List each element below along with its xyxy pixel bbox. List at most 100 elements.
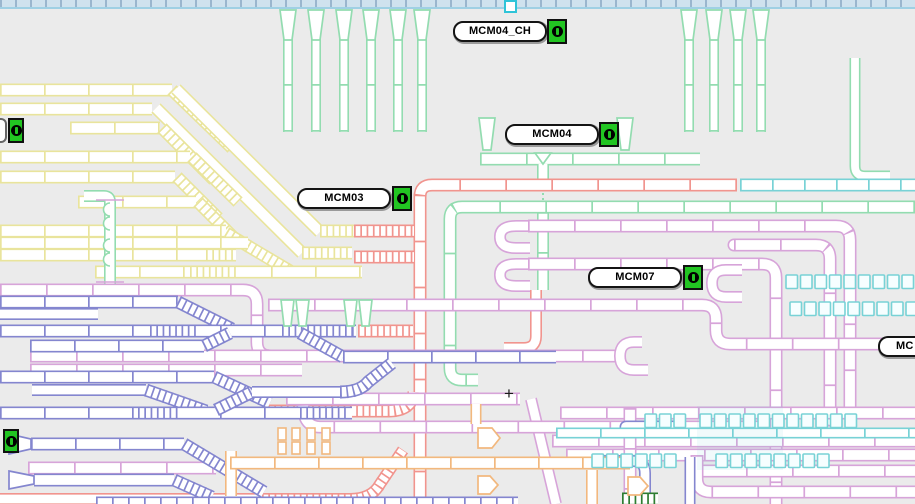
status-button-left-lower[interactable] bbox=[3, 429, 19, 453]
power-indicator-icon bbox=[11, 125, 22, 136]
station-label-mcm07[interactable]: MCM07 bbox=[588, 267, 682, 288]
status-button-left-upper[interactable] bbox=[8, 118, 24, 143]
tote-cell bbox=[636, 454, 648, 468]
tote-cell bbox=[278, 428, 286, 440]
tote-cell bbox=[292, 442, 300, 454]
tote-cell bbox=[805, 302, 817, 316]
tote-cell bbox=[830, 275, 842, 289]
tote-cell bbox=[802, 414, 814, 428]
tote-cell bbox=[760, 454, 772, 468]
tote-cell bbox=[873, 275, 885, 289]
chute-shape bbox=[479, 118, 495, 150]
selection-handle[interactable] bbox=[504, 0, 517, 13]
tote-cell bbox=[902, 275, 914, 289]
tote-cell bbox=[816, 414, 828, 428]
tote-cell bbox=[859, 275, 871, 289]
chute-shape bbox=[281, 300, 294, 326]
tote-cell bbox=[787, 414, 799, 428]
selected-track-band[interactable] bbox=[0, 0, 915, 9]
tote-cell bbox=[716, 454, 728, 468]
power-indicator-icon bbox=[397, 193, 408, 204]
power-indicator-icon bbox=[688, 272, 699, 283]
diverter-pocket bbox=[104, 217, 111, 230]
chute-shape bbox=[478, 476, 498, 494]
tote-cell bbox=[292, 428, 300, 440]
tote-cell bbox=[278, 442, 286, 454]
tote-cell bbox=[715, 414, 727, 428]
conveyor-segment bbox=[528, 226, 850, 412]
station-label-mcm03[interactable]: MCM03 bbox=[297, 188, 391, 209]
chute-shape bbox=[681, 10, 697, 40]
chute-shape bbox=[280, 10, 296, 40]
tote-cell bbox=[815, 275, 827, 289]
tote-cell bbox=[674, 414, 686, 428]
tote-cell bbox=[729, 414, 741, 428]
scada-mimic-window: MCM04_CH MCM04 MCM03 MCM07 MC + bbox=[0, 0, 915, 504]
tote-cell bbox=[592, 454, 604, 468]
chute-shape bbox=[414, 10, 430, 40]
diverter-pocket bbox=[104, 239, 111, 252]
chute-shape bbox=[296, 300, 309, 326]
tote-cell bbox=[848, 302, 860, 316]
tote-cell bbox=[607, 454, 619, 468]
tote-cell bbox=[863, 302, 875, 316]
status-button-mcm07[interactable] bbox=[683, 265, 703, 290]
tote-cell bbox=[307, 442, 315, 454]
power-indicator-icon bbox=[6, 436, 17, 447]
tote-cell bbox=[844, 275, 856, 289]
tote-cell bbox=[906, 302, 915, 316]
station-label-right-partial[interactable]: MC bbox=[878, 336, 915, 357]
tote-cell bbox=[888, 275, 900, 289]
crosshair-cursor: + bbox=[504, 385, 514, 402]
tote-cell bbox=[818, 454, 830, 468]
chute-shape bbox=[363, 10, 379, 40]
diverter-pocket bbox=[104, 203, 111, 216]
tote-cell bbox=[892, 302, 904, 316]
tote-cell bbox=[790, 302, 802, 316]
tote-cell bbox=[877, 302, 889, 316]
chute-shape bbox=[617, 118, 633, 150]
station-label-mcm04-ch[interactable]: MCM04_CH bbox=[453, 21, 547, 42]
tote-cell bbox=[774, 454, 786, 468]
station-label-mcm04[interactable]: MCM04 bbox=[505, 124, 599, 145]
conveyor-segment bbox=[855, 58, 890, 176]
tote-cell bbox=[307, 428, 315, 440]
tote-cell bbox=[665, 454, 677, 468]
power-indicator-icon bbox=[552, 26, 563, 37]
tote-cell bbox=[745, 454, 757, 468]
tote-cell bbox=[744, 414, 756, 428]
tote-cell bbox=[789, 454, 801, 468]
tote-cell bbox=[322, 428, 330, 440]
chute-shape bbox=[336, 10, 352, 40]
chute-shape bbox=[753, 10, 769, 40]
tote-cell bbox=[645, 414, 657, 428]
station-label-left-clipped[interactable] bbox=[0, 118, 7, 143]
tote-cell bbox=[773, 414, 785, 428]
chute-shape bbox=[390, 10, 406, 40]
chute-shape bbox=[359, 300, 372, 326]
chute-shape bbox=[730, 10, 746, 40]
tote-cell bbox=[803, 454, 815, 468]
tote-cell bbox=[621, 454, 633, 468]
status-button-mcm03[interactable] bbox=[392, 186, 412, 211]
power-indicator-icon bbox=[604, 129, 615, 140]
tote-cell bbox=[845, 414, 857, 428]
tote-cell bbox=[831, 414, 843, 428]
status-button-mcm04[interactable] bbox=[599, 122, 619, 147]
chute-shape bbox=[344, 300, 357, 326]
status-button-mcm04-ch[interactable] bbox=[547, 19, 567, 44]
tote-cell bbox=[758, 414, 770, 428]
tote-cell bbox=[786, 275, 798, 289]
tote-cell bbox=[834, 302, 846, 316]
tote-cell bbox=[801, 275, 813, 289]
track-network-canvas bbox=[0, 0, 915, 504]
tote-cell bbox=[650, 454, 662, 468]
tote-cell bbox=[660, 414, 672, 428]
tote-cell bbox=[819, 302, 831, 316]
chute-shape bbox=[308, 10, 324, 40]
tote-cell bbox=[731, 454, 743, 468]
chute-shape bbox=[706, 10, 722, 40]
tote-cell bbox=[322, 442, 330, 454]
tote-cell bbox=[700, 414, 712, 428]
diverter-pocket bbox=[104, 253, 111, 266]
